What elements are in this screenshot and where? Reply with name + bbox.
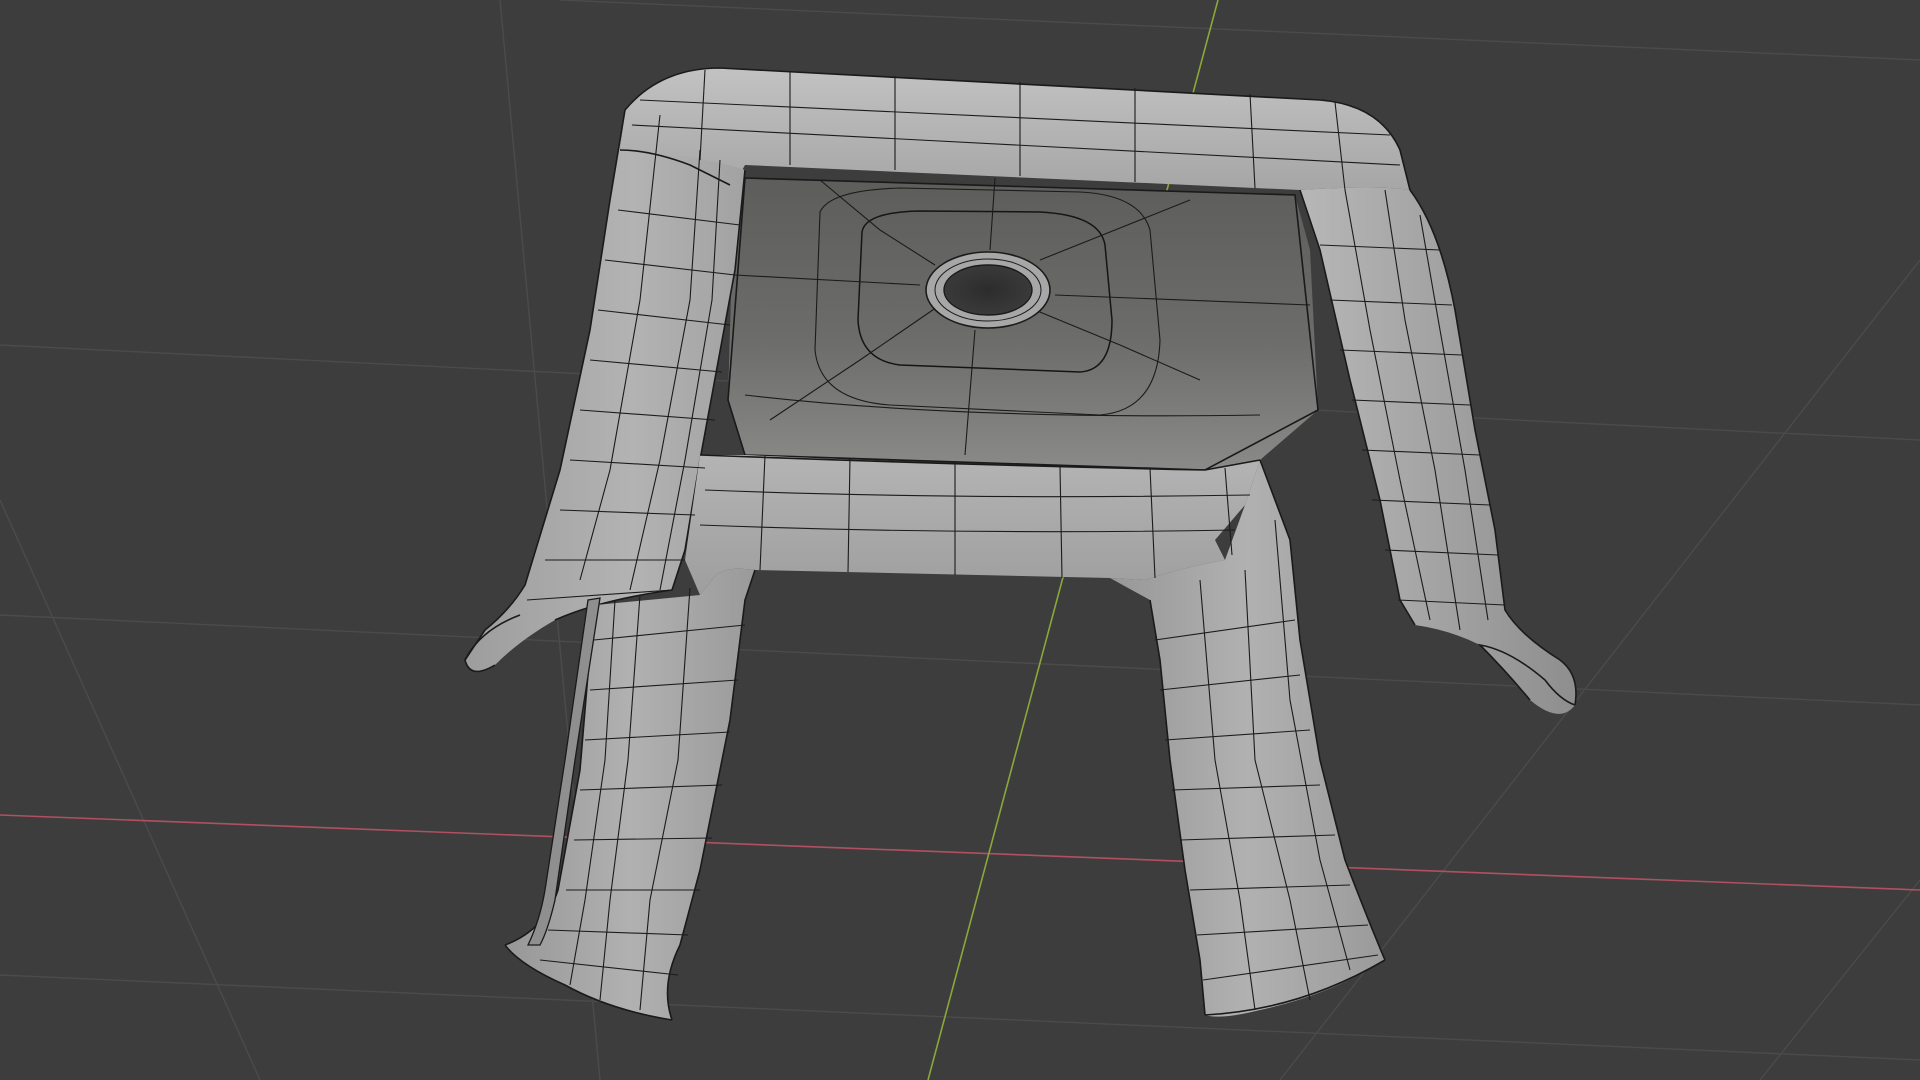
viewport-canvas[interactable]: [0, 0, 1920, 1080]
stool-mesh[interactable]: [464, 67, 1577, 1021]
3d-viewport[interactable]: [0, 0, 1920, 1080]
x-axis-line: [0, 814, 1920, 891]
seat-hole: [943, 264, 1033, 316]
frame-right-side: [1300, 187, 1576, 714]
seat-interior: [728, 178, 1318, 470]
